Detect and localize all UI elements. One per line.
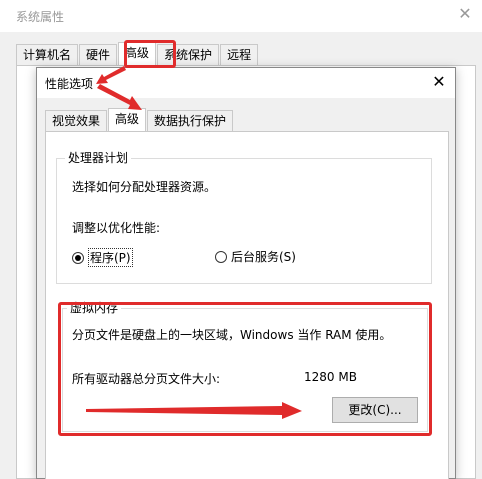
tab-dialog-advanced[interactable]: 高级: [108, 108, 147, 132]
dialog-close-icon[interactable]: ✕: [429, 72, 449, 92]
processor-description: 选择如何分配处理器资源。: [72, 180, 217, 194]
radio-programs-indicator[interactable]: [72, 251, 84, 264]
outer-close-icon[interactable]: ✕: [456, 5, 474, 23]
outer-window-titlebar: 系统属性 ✕: [0, 0, 482, 32]
tab-visual-effects[interactable]: 视觉效果: [45, 110, 108, 132]
tab-data-execution-prevention[interactable]: 数据执行保护: [147, 110, 234, 132]
annotation-box-advanced-tab: [124, 40, 176, 68]
outer-window-title: 系统属性: [16, 10, 65, 24]
processor-scheduling-legend: 处理器计划: [65, 151, 132, 165]
radio-background-indicator[interactable]: [215, 250, 227, 263]
radio-programs[interactable]: 程序(P): [72, 248, 133, 267]
radio-programs-label: 程序(P): [88, 248, 133, 267]
adjust-for-label: 调整以优化性能:: [72, 221, 161, 235]
tab-remote[interactable]: 远程: [220, 44, 259, 66]
tab-computer-name[interactable]: 计算机名: [16, 44, 79, 66]
tab-hardware[interactable]: 硬件: [79, 44, 118, 66]
dialog-titlebar: 性能选项 ✕: [37, 68, 455, 98]
radio-background-services[interactable]: 后台服务(S): [215, 248, 296, 265]
dialog-title: 性能选项: [45, 77, 94, 91]
annotation-box-virtual-memory: [58, 302, 432, 436]
radio-background-label: 后台服务(S): [231, 250, 296, 264]
dialog-tab-bar: 视觉效果 高级 数据执行保护: [45, 108, 234, 132]
